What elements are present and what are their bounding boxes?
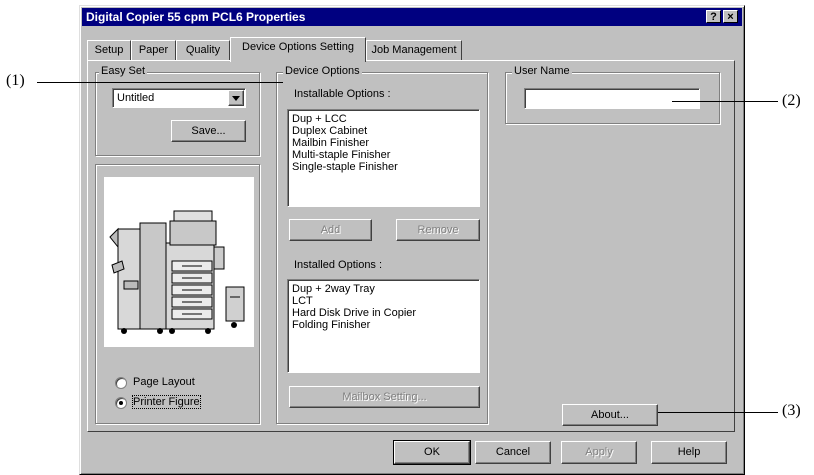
chevron-down-icon [232,96,240,101]
tab-job-management[interactable]: Job Management [366,40,462,60]
tab-device-options-setting[interactable]: Device Options Setting [230,37,366,62]
callout-3-line [658,412,778,413]
callout-3: (3) [782,402,801,419]
user-name-input[interactable] [524,88,700,109]
device-options-label: Device Options [283,65,362,77]
window-title: Digital Copier 55 cpm PCL6 Properties [86,10,306,24]
easy-set-group [95,72,260,156]
apply-button[interactable]: Apply [561,441,637,464]
cancel-button[interactable]: Cancel [475,441,551,464]
page-layout-radio[interactable] [115,377,127,389]
tab-paper[interactable]: Paper [131,40,176,60]
list-item[interactable]: Single-staple Finisher [292,161,475,173]
page-layout-label[interactable]: Page Layout [133,376,195,388]
remove-button[interactable]: Remove [396,219,480,241]
list-item[interactable]: Multi-staple Finisher [292,149,475,161]
list-item[interactable]: Folding Finisher [292,319,475,331]
list-item[interactable]: Dup + 2way Tray [292,283,475,295]
add-button[interactable]: Add [289,219,372,241]
list-item[interactable]: LCT [292,295,475,307]
tab-setup[interactable]: Setup [87,40,131,60]
callout-2-line [672,101,778,102]
ok-button[interactable]: OK [393,440,471,465]
printer-figure-image [109,210,245,334]
save-button[interactable]: Save... [171,120,246,142]
printer-image [104,177,254,347]
about-button[interactable]: About... [562,404,658,426]
installed-options-list[interactable]: Dup + 2way Tray LCT Hard Disk Drive in C… [287,279,480,373]
close-button[interactable]: × [723,10,738,23]
dropdown-arrow-button[interactable] [228,90,244,106]
list-item[interactable]: Mailbin Finisher [292,137,475,149]
printer-figure-label[interactable]: Printer Figure [132,395,201,409]
printer-figure-radio[interactable] [115,397,127,409]
help-button[interactable]: ? [706,10,721,23]
easy-set-select-value: Untitled [117,92,155,104]
user-name-label: User Name [512,65,572,77]
help-footer-button[interactable]: Help [651,441,727,464]
callout-1-line [37,82,283,83]
mailbox-setting-button[interactable]: Mailbox Setting... [289,386,480,408]
list-item[interactable]: Duplex Cabinet [292,125,475,137]
title-bar[interactable]: Digital Copier 55 cpm PCL6 Properties ? … [82,8,742,26]
tab-quality[interactable]: Quality [176,40,230,60]
callout-2: (2) [782,92,801,109]
callout-1: (1) [6,72,25,89]
installable-options-label: Installable Options : [294,88,391,100]
easy-set-label: Easy Set [99,65,148,77]
easy-set-select[interactable]: Untitled [112,88,246,108]
list-item[interactable]: Hard Disk Drive in Copier [292,307,475,319]
list-item[interactable]: Dup + LCC [292,113,475,125]
installable-options-list[interactable]: Dup + LCC Duplex Cabinet Mailbin Finishe… [287,109,480,207]
installed-options-label: Installed Options : [294,259,383,271]
